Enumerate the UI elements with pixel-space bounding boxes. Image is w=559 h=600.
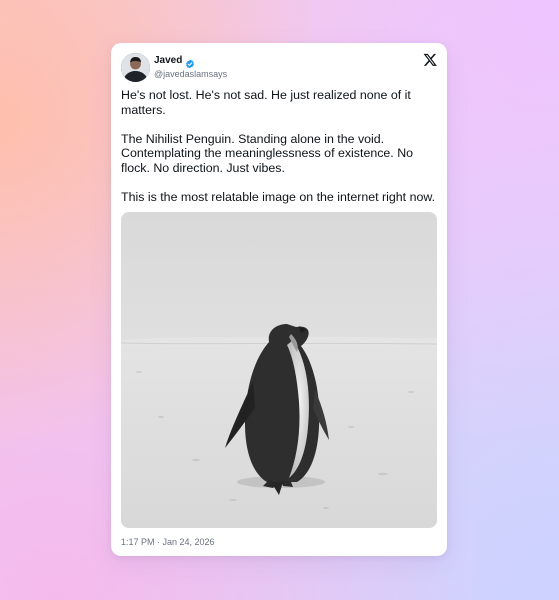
tweet-header: Javed @javedaslamsays bbox=[121, 53, 437, 83]
verified-badge-icon bbox=[185, 56, 195, 68]
author-avatar[interactable] bbox=[121, 53, 150, 82]
author-handle[interactable]: @javedaslamsays bbox=[154, 69, 227, 79]
tweet-timestamp[interactable]: 1:17 PM · Jan 24, 2026 bbox=[121, 537, 215, 547]
tweet-media-image[interactable] bbox=[121, 212, 437, 528]
tweet-paragraph: This is the most relatable image on the … bbox=[121, 190, 436, 205]
author-info: Javed @javedaslamsays bbox=[154, 53, 227, 79]
tweet-text: He's not lost. He's not sad. He just rea… bbox=[121, 88, 439, 205]
x-logo-icon[interactable] bbox=[423, 53, 437, 67]
tweet-paragraph: He's not lost. He's not sad. He just rea… bbox=[121, 88, 411, 117]
author-name-row: Javed bbox=[154, 53, 227, 68]
tweet-card: Javed @javedaslamsays He's not lost. He'… bbox=[111, 43, 447, 556]
tweet-paragraph: The Nihilist Penguin. Standing alone in … bbox=[121, 131, 414, 175]
author-name[interactable]: Javed bbox=[154, 55, 182, 66]
